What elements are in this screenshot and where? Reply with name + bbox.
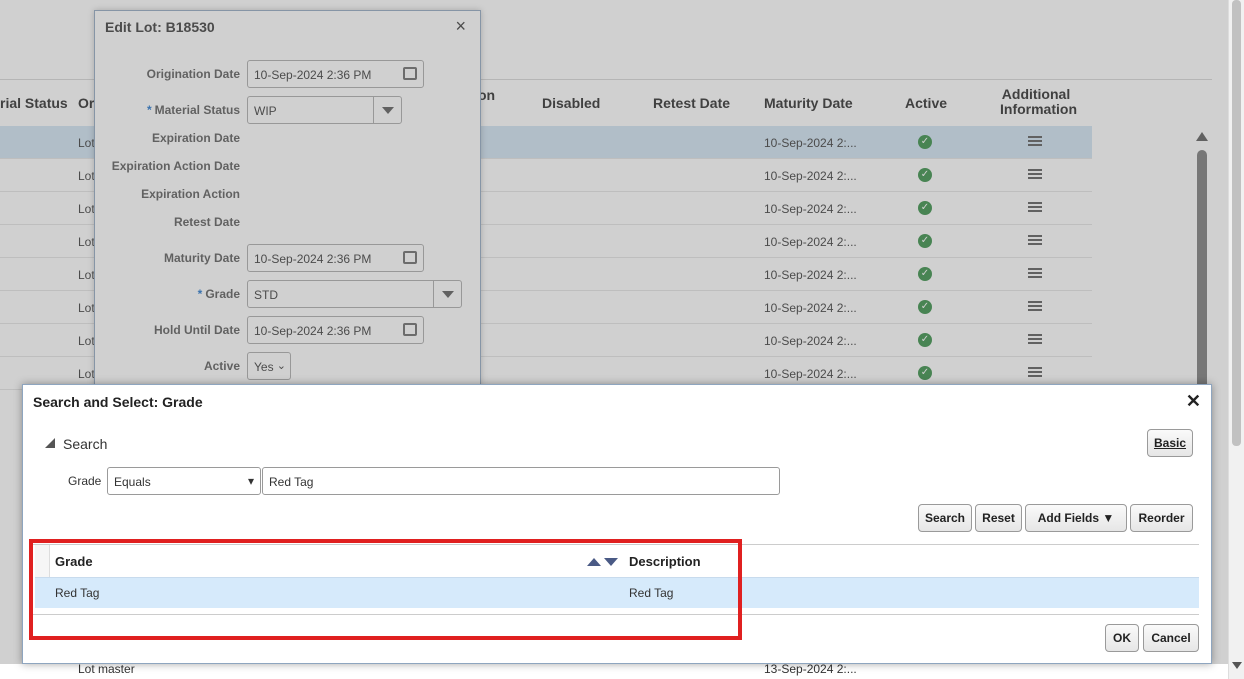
search-select-grade-dialog: Search and Select: Grade ✕ Search Basic …	[22, 384, 1212, 664]
cancel-button[interactable]: Cancel	[1143, 624, 1199, 652]
last-row-origin: Lot master	[78, 662, 135, 676]
disclosure-triangle-icon[interactable]	[45, 438, 55, 448]
search-dialog-title: Search and Select: Grade	[33, 394, 203, 410]
close-icon[interactable]: ✕	[1186, 391, 1201, 412]
background-last-row: Lot master 13-Sep-2024 2:...	[0, 662, 1228, 679]
operator-select[interactable]: Equals ▾	[107, 467, 261, 495]
search-button[interactable]: Search	[918, 504, 972, 532]
page-scrollbar[interactable]	[1228, 0, 1244, 679]
grade-search-value: Red Tag	[269, 475, 314, 489]
search-section-header[interactable]: Search	[63, 436, 107, 452]
highlight-box	[29, 539, 742, 640]
reorder-button[interactable]: Reorder	[1130, 504, 1193, 532]
page-scroll-thumb[interactable]	[1232, 0, 1241, 446]
last-row-maturity: 13-Sep-2024 2:...	[764, 662, 857, 676]
operator-value: Equals	[114, 475, 151, 489]
basic-button[interactable]: Basic	[1147, 429, 1193, 457]
page-scroll-down-icon[interactable]	[1232, 662, 1242, 669]
chevron-down-icon: ▾	[247, 474, 254, 488]
ok-button[interactable]: OK	[1105, 624, 1139, 652]
grade-search-label: Grade	[68, 474, 102, 488]
reset-button[interactable]: Reset	[975, 504, 1022, 532]
add-fields-button[interactable]: Add Fields ▼	[1025, 504, 1127, 532]
grade-search-input[interactable]: Red Tag	[262, 467, 780, 495]
